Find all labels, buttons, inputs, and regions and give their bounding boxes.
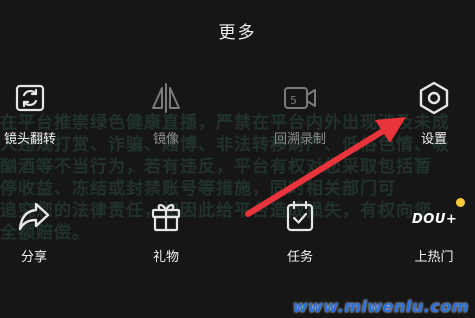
more-actions-sheet: 在平台推崇绿色健康直播，严禁在平台内外出现涉及未成 人违规打赏、诈骗、赌博、非法…: [0, 0, 475, 318]
site-watermark: www.miwenlu.com: [292, 297, 469, 316]
guide-arrow: [245, 117, 406, 217]
